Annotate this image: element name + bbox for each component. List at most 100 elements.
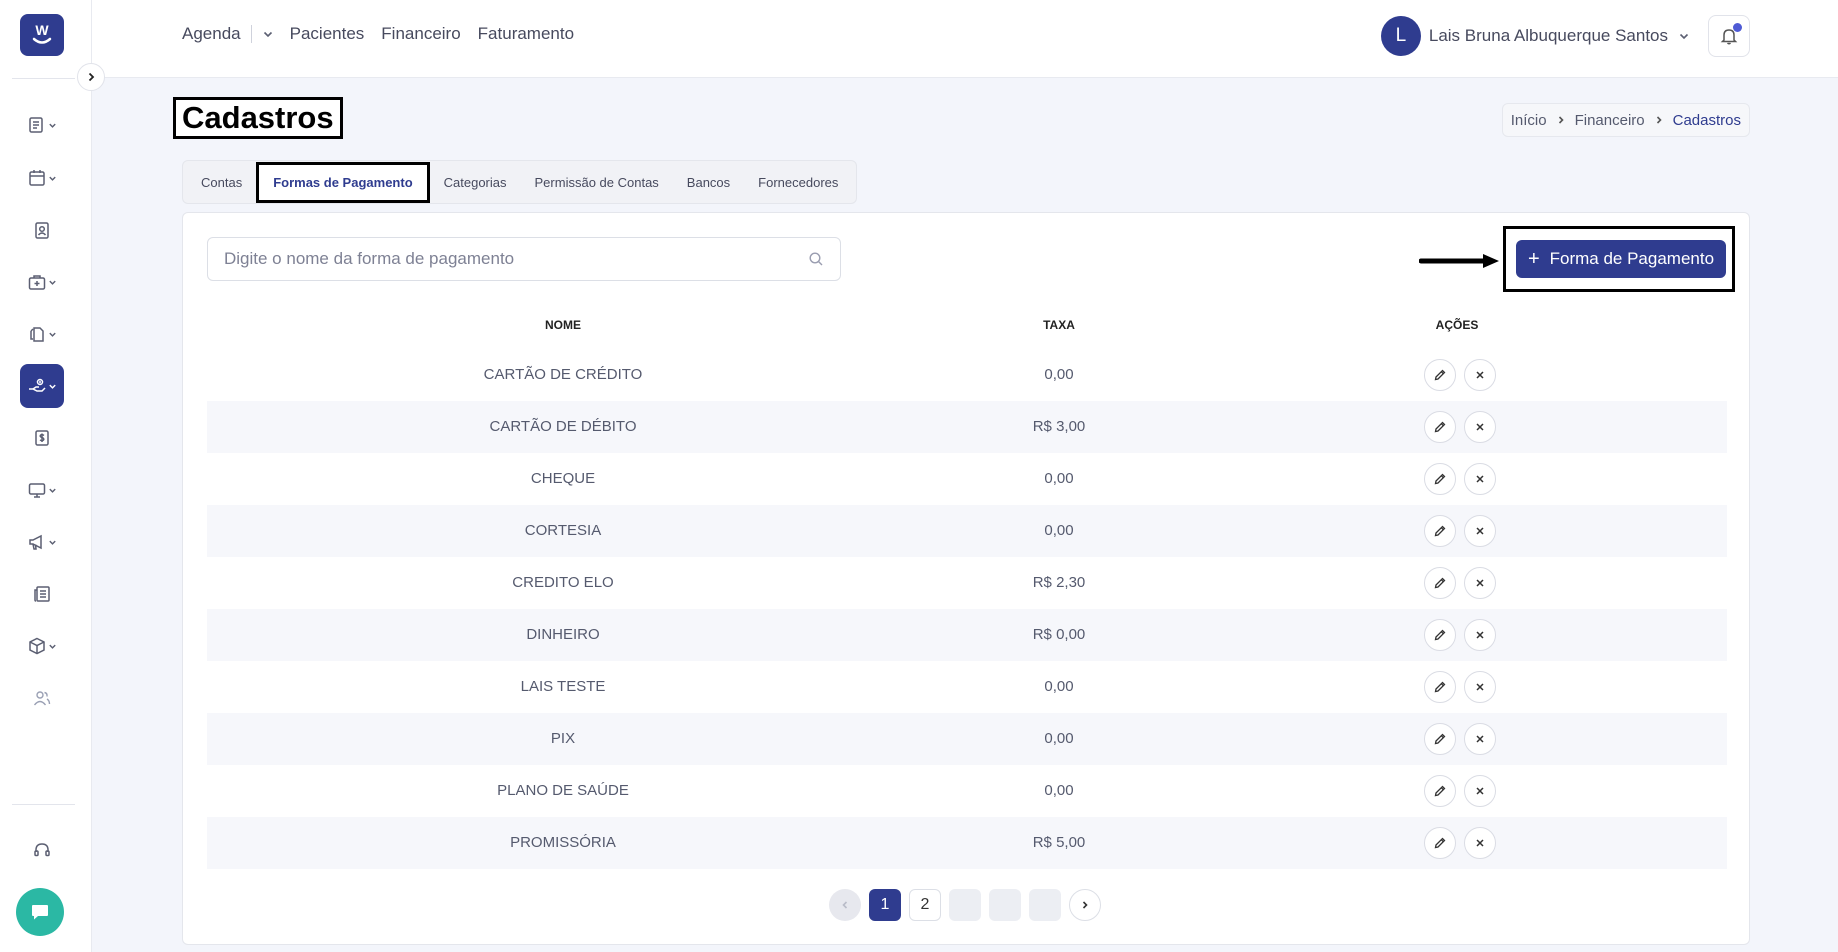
payment-method-name: CARTÃO DE DÉBITO xyxy=(489,418,637,435)
edit-button[interactable] xyxy=(1424,775,1456,807)
row-actions xyxy=(1424,567,1496,599)
payment-method-name: PROMISSÓRIA xyxy=(510,834,616,851)
column-header-actions: AÇÕES xyxy=(1435,318,1479,332)
search-input[interactable] xyxy=(224,249,808,269)
badge-user-icon xyxy=(35,222,49,239)
pencil-icon xyxy=(1434,733,1446,745)
pagination-prev-button[interactable] xyxy=(829,889,861,921)
delete-button[interactable] xyxy=(1464,359,1496,391)
edit-button[interactable] xyxy=(1424,671,1456,703)
payment-method-tax: R$ 5,00 xyxy=(1032,834,1086,851)
sidebar-item-calendar[interactable] xyxy=(20,156,64,200)
chat-icon xyxy=(32,905,48,920)
delete-button[interactable] xyxy=(1464,723,1496,755)
pencil-icon xyxy=(1434,421,1446,433)
table-row: CHEQUE 0,00 xyxy=(207,453,1727,505)
chevron-down-icon xyxy=(49,540,56,545)
edit-button[interactable] xyxy=(1424,827,1456,859)
chevron-down-icon xyxy=(1679,33,1689,40)
breadcrumb-financial[interactable]: Financeiro xyxy=(1575,112,1645,129)
sidebar-toggle-button[interactable] xyxy=(77,63,105,91)
edit-button[interactable] xyxy=(1424,359,1456,391)
pencil-icon xyxy=(1434,525,1446,537)
sidebar-item-support[interactable] xyxy=(20,828,64,872)
tab-accounts[interactable]: Contas xyxy=(187,163,256,201)
sidebar-item-financial[interactable] xyxy=(20,364,64,408)
chevron-left-icon xyxy=(842,901,848,909)
users-icon xyxy=(33,691,51,706)
delete-button[interactable] xyxy=(1464,463,1496,495)
pencil-icon xyxy=(1434,681,1446,693)
newspaper-icon xyxy=(34,586,50,602)
sidebar-item-medical[interactable] xyxy=(20,260,64,304)
table-row: CORTESIA 0,00 xyxy=(207,505,1727,557)
add-payment-method-button[interactable]: + Forma de Pagamento xyxy=(1516,240,1726,278)
delete-button[interactable] xyxy=(1464,827,1496,859)
pagination-page-1[interactable]: 1 xyxy=(869,889,901,921)
edit-button[interactable] xyxy=(1424,567,1456,599)
breadcrumb-home[interactable]: Início xyxy=(1511,112,1547,129)
agenda-dropdown-toggle[interactable] xyxy=(262,28,274,40)
edit-button[interactable] xyxy=(1424,723,1456,755)
delete-button[interactable] xyxy=(1464,411,1496,443)
edit-button[interactable] xyxy=(1424,411,1456,443)
sidebar: W xyxy=(0,0,92,952)
pagination-next-button[interactable] xyxy=(1069,889,1101,921)
close-icon xyxy=(1476,423,1484,431)
close-icon xyxy=(1476,475,1484,483)
close-icon xyxy=(1476,371,1484,379)
delete-button[interactable] xyxy=(1464,567,1496,599)
tab-payment-methods[interactable]: Formas de Pagamento xyxy=(256,161,430,203)
pencil-icon xyxy=(1434,837,1446,849)
sidebar-item-billing[interactable] xyxy=(20,416,64,460)
chevron-down-icon xyxy=(263,31,272,38)
tab-suppliers[interactable]: Fornecedores xyxy=(744,163,852,201)
tab-banks[interactable]: Bancos xyxy=(673,163,744,201)
page-title: Cadastros xyxy=(173,97,343,139)
delete-button[interactable] xyxy=(1464,671,1496,703)
chat-button[interactable] xyxy=(16,888,64,936)
close-icon xyxy=(1476,631,1484,639)
add-payment-method-label: Forma de Pagamento xyxy=(1549,249,1715,268)
payment-method-name: DINHEIRO xyxy=(526,626,600,643)
chevron-right-icon xyxy=(1558,116,1564,124)
sidebar-item-patients[interactable] xyxy=(20,208,64,252)
pencil-icon xyxy=(1434,369,1446,381)
pagination-page-2[interactable]: 2 xyxy=(909,889,941,921)
sidebar-item-records[interactable] xyxy=(20,103,64,147)
tab-categories[interactable]: Categorias xyxy=(430,163,521,201)
chevron-down-icon xyxy=(49,384,56,389)
sidebar-item-news[interactable] xyxy=(20,572,64,616)
nav-patients[interactable]: Pacientes xyxy=(290,24,365,44)
edit-button[interactable] xyxy=(1424,463,1456,495)
row-actions xyxy=(1424,671,1496,703)
delete-button[interactable] xyxy=(1464,515,1496,547)
table-row: CARTÃO DE CRÉDITO 0,00 xyxy=(207,349,1727,401)
delete-button[interactable] xyxy=(1464,619,1496,651)
clipboard-list-icon xyxy=(29,117,43,133)
close-icon xyxy=(1476,735,1484,743)
sidebar-item-documents[interactable] xyxy=(20,312,64,356)
user-menu[interactable]: L Lais Bruna Albuquerque Santos xyxy=(1380,16,1690,56)
sidebar-item-inventory[interactable] xyxy=(20,624,64,668)
table-row: PROMISSÓRIA R$ 5,00 xyxy=(207,817,1727,869)
edit-button[interactable] xyxy=(1424,515,1456,547)
sidebar-item-marketing[interactable] xyxy=(20,520,64,564)
tab-account-permissions[interactable]: Permissão de Contas xyxy=(521,163,673,201)
row-actions xyxy=(1424,723,1496,755)
calendar-icon xyxy=(29,170,45,186)
row-actions xyxy=(1424,515,1496,547)
notifications-button[interactable] xyxy=(1708,15,1750,57)
nav-billing[interactable]: Faturamento xyxy=(478,24,574,44)
medical-bag-icon xyxy=(28,275,46,290)
sidebar-item-users[interactable] xyxy=(20,676,64,720)
nav-financial[interactable]: Financeiro xyxy=(381,24,460,44)
column-header-name: NOME xyxy=(545,318,581,332)
nav-agenda[interactable]: Agenda xyxy=(182,24,241,44)
sidebar-item-screens[interactable] xyxy=(20,468,64,512)
delete-button[interactable] xyxy=(1464,775,1496,807)
app-logo[interactable]: W xyxy=(20,14,64,56)
edit-button[interactable] xyxy=(1424,619,1456,651)
dollar-document-icon xyxy=(35,430,49,446)
sidebar-divider xyxy=(12,78,75,79)
